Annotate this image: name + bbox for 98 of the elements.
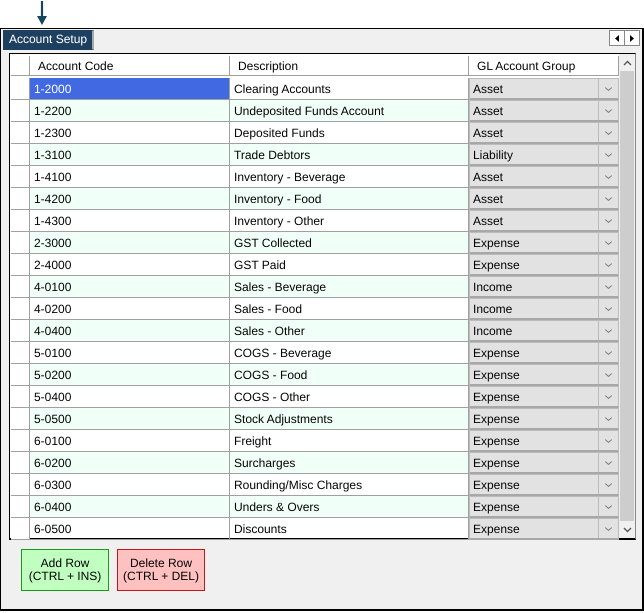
group-dropdown[interactable]: Expense [469, 232, 619, 254]
row-header[interactable] [11, 342, 30, 364]
scroll-right-icon[interactable] [630, 34, 634, 42]
row-header[interactable] [11, 100, 30, 122]
group-dropdown[interactable]: Expense [469, 342, 619, 364]
table-cell: 6-0200 [30, 452, 230, 474]
row-header[interactable] [11, 188, 30, 210]
add-row-button[interactable]: Add Row (CTRL + INS) [21, 549, 109, 591]
row-header[interactable] [11, 496, 30, 518]
group-dropdown[interactable]: Expense [469, 408, 619, 430]
chevron-down-icon [604, 351, 612, 356]
row-header[interactable] [11, 320, 30, 342]
table-cell: COGS - Food [230, 364, 469, 386]
row-header[interactable] [11, 364, 30, 386]
chevron-down-icon [604, 131, 612, 136]
chevron-down-icon [604, 263, 612, 268]
group-dropdown[interactable]: Expense [469, 452, 619, 474]
group-dropdown[interactable]: Asset [469, 122, 619, 144]
row-header[interactable] [11, 430, 30, 452]
row-header[interactable] [11, 166, 30, 188]
chevron-down-icon [604, 175, 612, 180]
scroll-left-icon[interactable] [615, 34, 619, 42]
table-cell: 5-0500 [30, 408, 230, 430]
row-header[interactable] [11, 298, 30, 320]
scroll-up-icon[interactable] [622, 60, 632, 66]
table-cell: Discounts [230, 518, 469, 540]
group-dropdown[interactable]: Asset [469, 166, 619, 188]
row-header[interactable] [11, 254, 30, 276]
table-cell: 1-2200 [30, 100, 230, 122]
group-dropdown[interactable]: Liability [469, 144, 619, 166]
delete-row-button[interactable]: Delete Row (CTRL + DEL) [117, 549, 205, 591]
chevron-down-icon [604, 527, 612, 532]
group-dropdown[interactable]: Asset [469, 78, 619, 100]
group-dropdown[interactable]: Income [469, 298, 619, 320]
group-dropdown[interactable]: Asset [469, 188, 619, 210]
chevron-down-icon [604, 329, 612, 334]
column-header[interactable]: GL Account Group [469, 56, 619, 76]
scroll-down-icon[interactable] [622, 526, 632, 532]
chevron-down-icon [604, 153, 612, 158]
row-header[interactable] [11, 78, 30, 100]
table-cell: Stock Adjustments [230, 408, 469, 430]
table-cell: Sales - Beverage [230, 276, 469, 298]
row-header[interactable] [11, 210, 30, 232]
chevron-down-icon [604, 439, 612, 444]
row-header[interactable] [11, 474, 30, 496]
row-header[interactable] [11, 276, 30, 298]
chevron-down-icon [604, 285, 612, 290]
chevron-down-icon [604, 219, 612, 224]
table-cell: GST Collected [230, 232, 469, 254]
chevron-down-icon [604, 395, 612, 400]
chevron-down-icon [604, 417, 612, 422]
table-cell: 2-3000 [30, 232, 230, 254]
table-cell: 1-4200 [30, 188, 230, 210]
column-header[interactable]: Description [230, 56, 469, 76]
table-cell: 1-3100 [30, 144, 230, 166]
group-dropdown[interactable]: Expense [469, 474, 619, 496]
group-dropdown[interactable]: Asset [469, 100, 619, 122]
table-cell: 4-0400 [30, 320, 230, 342]
column-header[interactable]: Account Code [30, 56, 230, 76]
table-cell: Surcharges [230, 452, 469, 474]
table-cell: Sales - Other [230, 320, 469, 342]
chevron-down-icon [604, 505, 612, 510]
table-cell: Trade Debtors [230, 144, 469, 166]
row-header[interactable] [11, 518, 30, 540]
row-header[interactable] [11, 122, 30, 144]
group-dropdown[interactable]: Expense [469, 386, 619, 408]
chevron-down-icon [604, 241, 612, 246]
chevron-down-icon [604, 307, 612, 312]
row-header[interactable] [11, 452, 30, 474]
group-dropdown[interactable]: Asset [469, 210, 619, 232]
table-cell: Inventory - Food [230, 188, 469, 210]
group-dropdown[interactable]: Expense [469, 254, 619, 276]
group-dropdown[interactable]: Expense [469, 364, 619, 386]
chevron-down-icon [604, 483, 612, 488]
table-cell: Undeposited Funds Account [230, 100, 469, 122]
table-cell: 6-0500 [30, 518, 230, 540]
group-dropdown[interactable]: Expense [469, 496, 619, 518]
table-cell: Unders & Overs [230, 496, 469, 518]
group-dropdown[interactable]: Income [469, 276, 619, 298]
table-cell: 5-0200 [30, 364, 230, 386]
table-cell: 6-0400 [30, 496, 230, 518]
table-cell: 1-2000 [30, 78, 230, 100]
row-header[interactable] [11, 386, 30, 408]
chevron-down-icon [604, 109, 612, 114]
group-dropdown[interactable]: Income [469, 320, 619, 342]
chevron-down-icon [604, 87, 612, 92]
row-header[interactable] [11, 144, 30, 166]
row-header[interactable] [11, 408, 30, 430]
group-dropdown[interactable]: Expense [469, 518, 619, 540]
table-cell: 4-0100 [30, 276, 230, 298]
scrollbar[interactable] [619, 54, 635, 538]
tab[interactable]: Account Setup [3, 30, 94, 50]
row-header[interactable] [11, 232, 30, 254]
chevron-down-icon [604, 197, 612, 202]
chevron-down-icon [604, 373, 612, 378]
group-dropdown[interactable]: Expense [469, 430, 619, 452]
down-arrow-icon [37, 1, 47, 25]
chevron-down-icon [604, 461, 612, 466]
